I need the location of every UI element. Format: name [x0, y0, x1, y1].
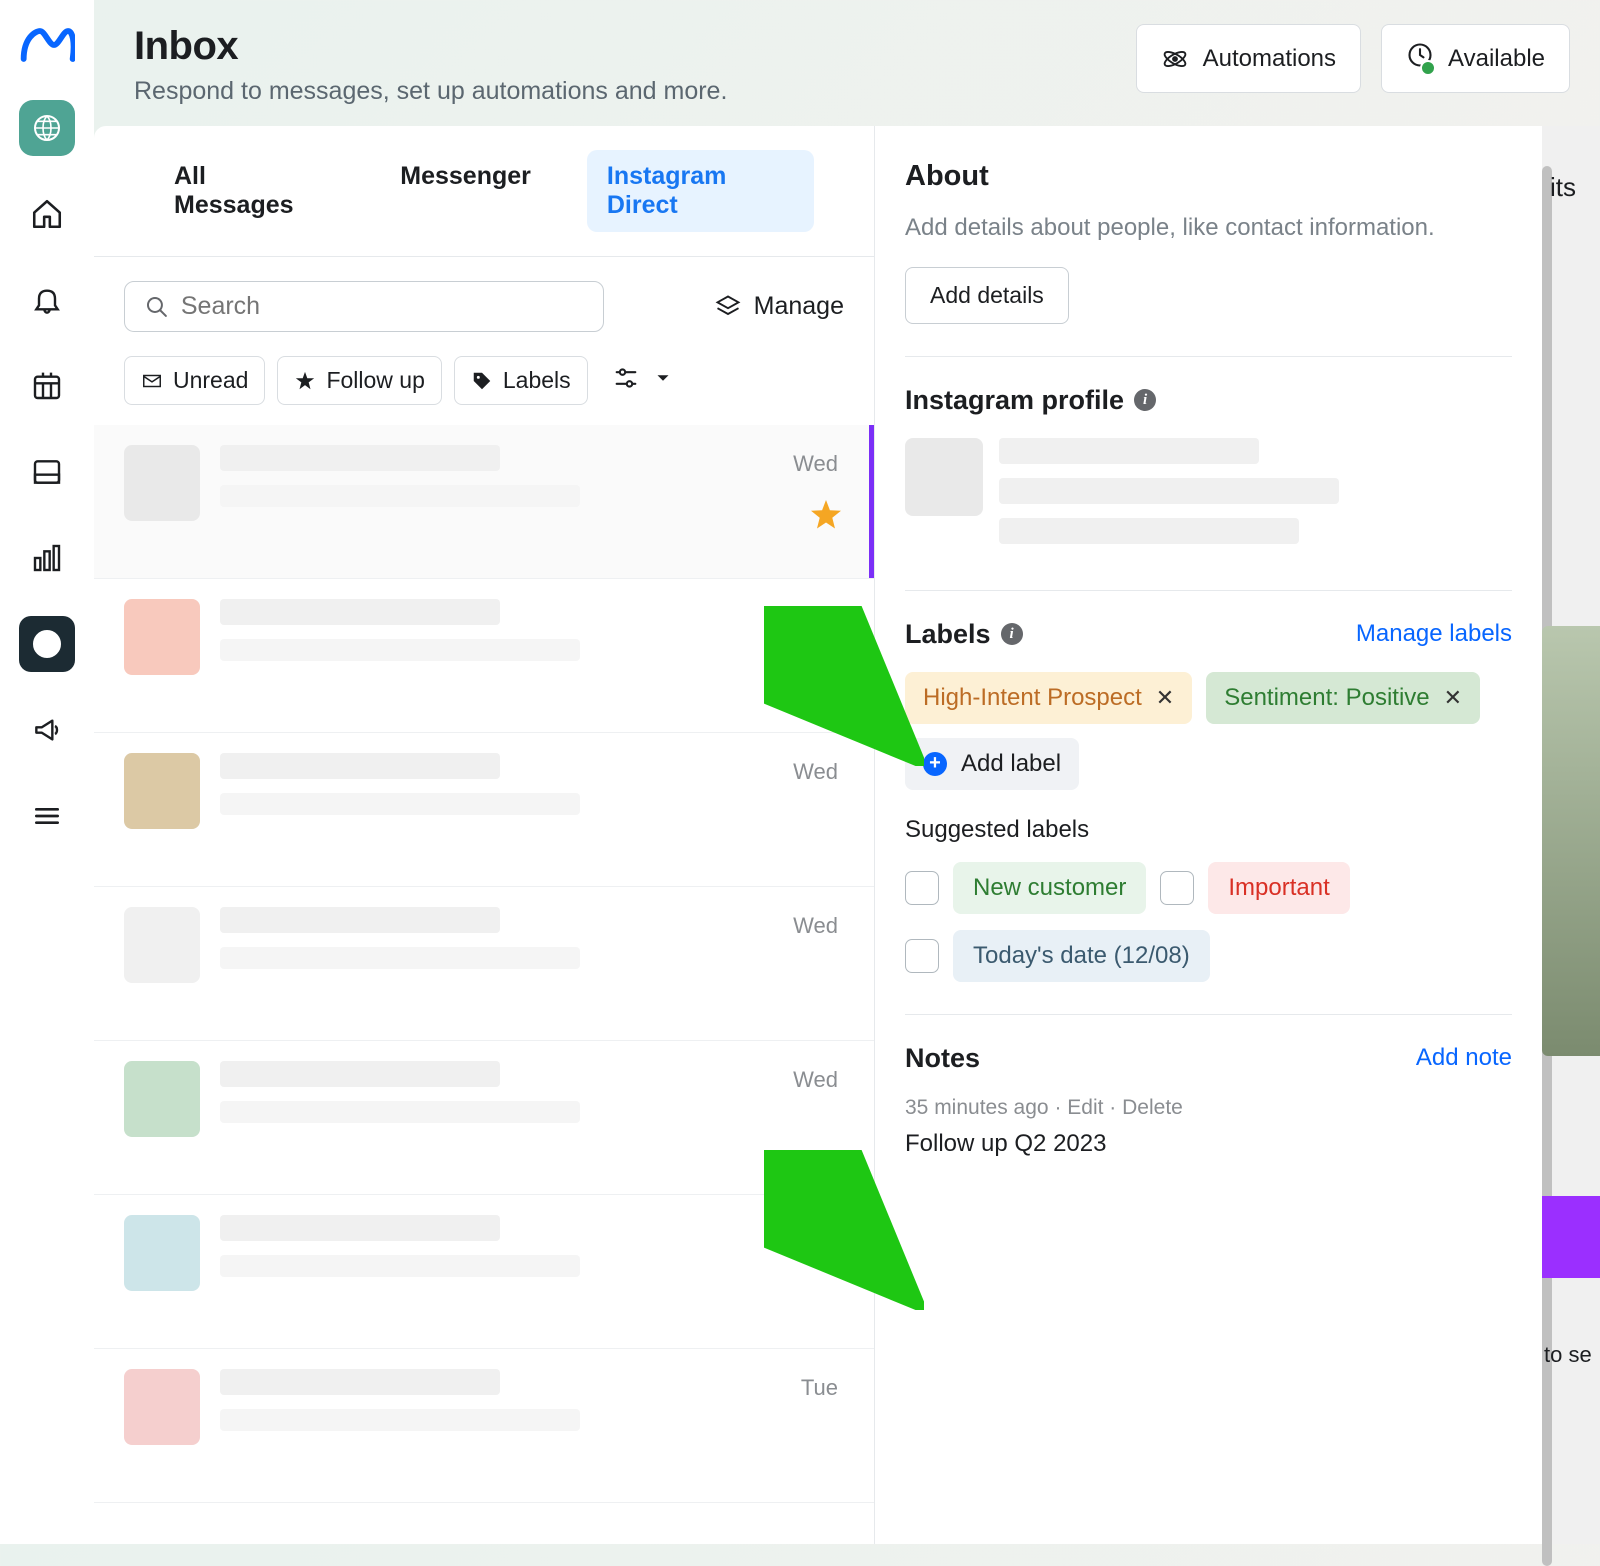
timestamp: Wed: [793, 451, 838, 477]
suggested-label[interactable]: Today's date (12/08): [953, 930, 1210, 982]
suggested-label[interactable]: New customer: [953, 862, 1146, 914]
notes-title: Notes: [905, 1043, 980, 1074]
rail-home-icon[interactable]: [19, 186, 75, 242]
info-icon[interactable]: i: [1001, 623, 1023, 645]
timestamp: Tue: [801, 1221, 838, 1247]
avatar: [124, 599, 200, 675]
add-details-button[interactable]: Add details: [905, 267, 1069, 324]
add-note-link[interactable]: Add note: [1416, 1044, 1512, 1072]
about-title: About: [905, 160, 1512, 193]
avatar: [124, 753, 200, 829]
about-desc: Add details about people, like contact i…: [905, 211, 1512, 245]
timestamp: Tue: [801, 1375, 838, 1401]
search-icon: [145, 294, 169, 320]
timestamp: Wed: [793, 913, 838, 939]
rail-planner-icon[interactable]: [19, 444, 75, 500]
tab-messenger[interactable]: Messenger: [380, 150, 551, 232]
atom-icon: [1161, 45, 1189, 73]
meta-logo: [19, 25, 75, 70]
star-icon[interactable]: [808, 497, 844, 538]
applied-label[interactable]: Sentiment: Positive✕: [1206, 672, 1480, 724]
suggested-checkbox[interactable]: [905, 871, 939, 905]
rail-inbox-icon[interactable]: [19, 616, 75, 672]
avatar: [124, 1369, 200, 1445]
right-overflow: its to se: [1542, 126, 1600, 1544]
timestamp: Wed: [793, 605, 838, 631]
rail-menu-icon[interactable]: [19, 788, 75, 844]
conversation-row[interactable]: Wed: [94, 1041, 874, 1195]
stack-icon: [714, 293, 742, 321]
info-icon[interactable]: i: [1134, 389, 1156, 411]
tab-instagram-direct[interactable]: Instagram Direct: [587, 150, 814, 232]
mail-icon: [141, 370, 163, 392]
filter-unread[interactable]: Unread: [124, 356, 265, 405]
rail-globe-icon[interactable]: [19, 100, 75, 156]
suggested-checkbox[interactable]: [1160, 871, 1194, 905]
inbox-tabs: All Messages Messenger Instagram Direct: [94, 126, 874, 257]
page-title: Inbox: [134, 24, 727, 69]
avatar: [124, 907, 200, 983]
conversation-row[interactable]: Wed: [94, 733, 874, 887]
avatar: [124, 1215, 200, 1291]
note-delete[interactable]: Delete: [1122, 1096, 1183, 1119]
profile-avatar: [905, 438, 983, 516]
chevron-down-icon[interactable]: [652, 367, 674, 394]
note-text: Follow up Q2 2023: [905, 1130, 1512, 1158]
rail-bell-icon[interactable]: [19, 272, 75, 328]
avatar: [124, 445, 200, 521]
suggested-checkbox[interactable]: [905, 939, 939, 973]
note-edit[interactable]: Edit: [1067, 1096, 1103, 1119]
filter-settings-icon[interactable]: [612, 364, 640, 397]
rail-calendar-icon[interactable]: [19, 358, 75, 414]
filter-followup[interactable]: Follow up: [277, 356, 441, 405]
remove-label-icon[interactable]: ✕: [1156, 685, 1174, 711]
conversation-row[interactable]: Wed: [94, 887, 874, 1041]
timestamp: Wed: [793, 759, 838, 785]
rail-insights-icon[interactable]: [19, 530, 75, 586]
search-input[interactable]: [124, 281, 604, 332]
filter-labels[interactable]: Labels: [454, 356, 588, 405]
availability-button[interactable]: Available: [1381, 24, 1570, 93]
clock-icon: [1406, 41, 1434, 76]
applied-label[interactable]: High-Intent Prospect✕: [905, 672, 1192, 724]
add-label-button[interactable]: +Add label: [905, 738, 1079, 790]
conversation-row[interactable]: Tue: [94, 1349, 874, 1503]
image-fragment: [1542, 626, 1600, 1056]
timestamp: Wed: [793, 1067, 838, 1093]
plus-icon: +: [923, 752, 947, 776]
avatar: [124, 1061, 200, 1137]
remove-label-icon[interactable]: ✕: [1444, 685, 1462, 711]
tab-all-messages[interactable]: All Messages: [154, 150, 344, 232]
purple-block: [1542, 1196, 1600, 1278]
ig-profile-title: Instagram profilei: [905, 385, 1156, 416]
star-icon: [294, 370, 316, 392]
conversation-row[interactable]: Wed: [94, 579, 874, 733]
conversation-row[interactable]: Tue: [94, 1195, 874, 1349]
rail-megaphone-icon[interactable]: [19, 702, 75, 758]
automations-button[interactable]: Automations: [1136, 24, 1361, 93]
manage-labels-link[interactable]: Manage labels: [1356, 620, 1512, 648]
labels-title: Labelsi: [905, 619, 1023, 650]
conversation-row[interactable]: Wed: [94, 425, 874, 579]
tag-icon: [471, 370, 493, 392]
suggested-label[interactable]: Important: [1208, 862, 1349, 914]
note-meta: 35 minutes ago · Edit · Delete: [905, 1096, 1512, 1120]
suggested-labels-title: Suggested labels: [905, 816, 1512, 844]
nav-rail: [0, 0, 94, 1544]
page-subtitle: Respond to messages, set up automations …: [134, 77, 727, 106]
manage-button[interactable]: Manage: [714, 292, 844, 321]
